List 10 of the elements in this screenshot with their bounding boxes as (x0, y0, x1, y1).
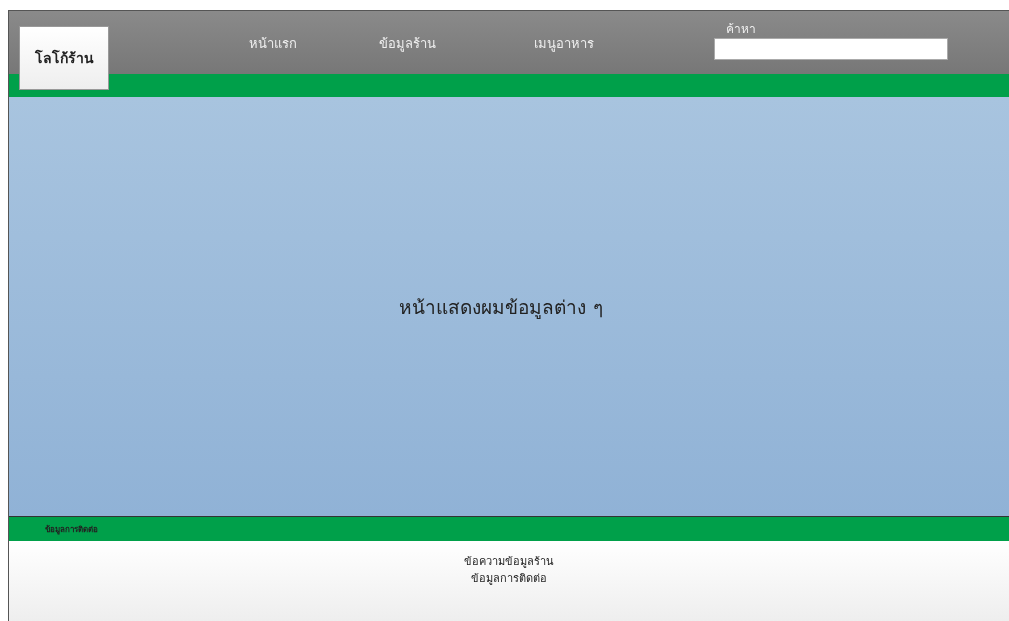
logo: โลโก้ร้าน (19, 26, 109, 90)
nav-link[interactable]: หน้าแรก (249, 33, 379, 54)
content-text: หน้าแสดงผมข้อมูลต่าง ๆ (399, 294, 603, 321)
nav-link[interactable]: ข้อมูลร้าน (379, 33, 534, 54)
footer-bar-label: ข้อมูลการติดต่อ (45, 523, 98, 536)
footer-text: ข้อมูลการติดต่อ (471, 571, 547, 587)
nav-link[interactable]: เมนูอาหาร (534, 33, 684, 54)
search-field[interactable] (714, 38, 948, 60)
search-label: ค้าหา (726, 21, 757, 38)
footer-text: ข้อความข้อมูลร้าน (464, 554, 554, 570)
